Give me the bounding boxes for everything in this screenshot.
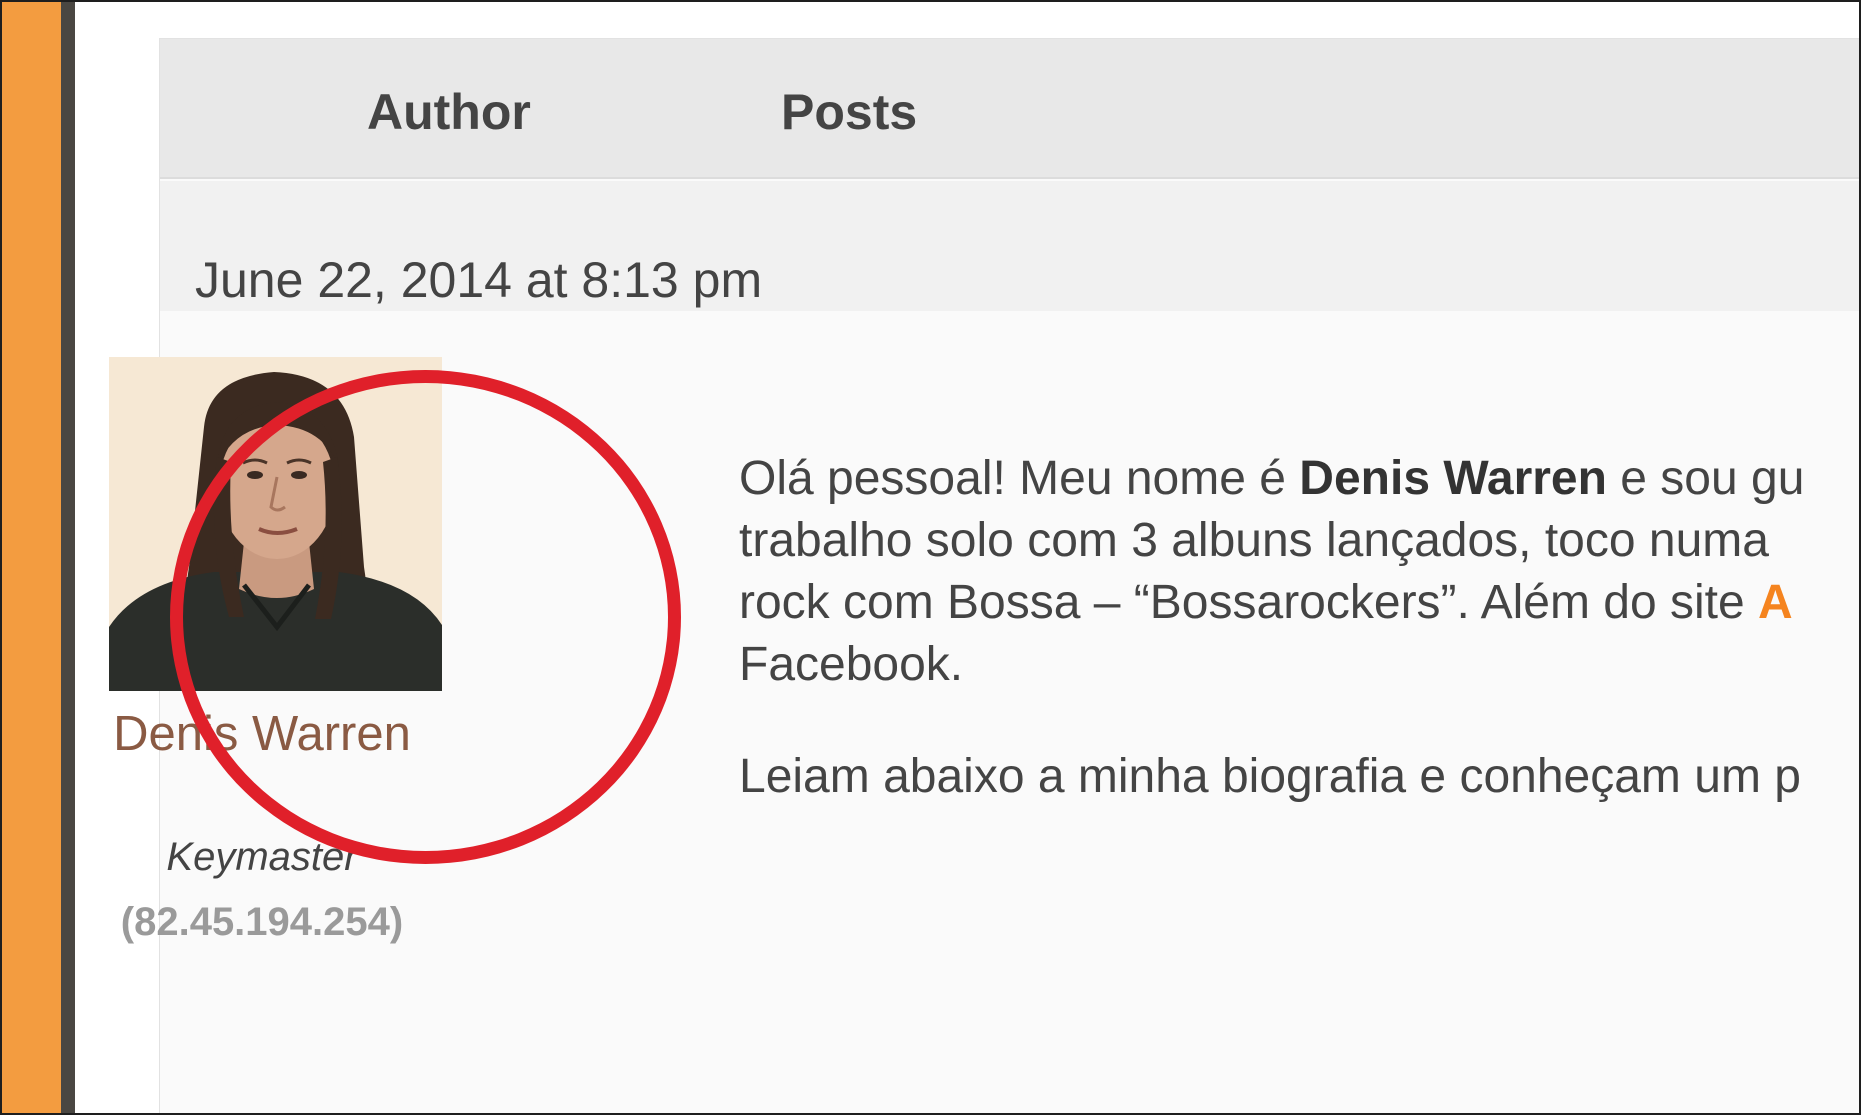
site-side-accent-bar xyxy=(2,2,61,1113)
post-text-bold-name: Denis Warren xyxy=(1299,452,1607,505)
forum-table-header: Author Posts xyxy=(160,39,1859,179)
author-ip-address: (82.45.194.254) xyxy=(120,900,404,944)
posts-column-header: Posts xyxy=(781,84,918,140)
post-text-segment: Olá pessoal! Meu nome é xyxy=(739,452,1300,505)
post-content: Olá pessoal! Meu nome é Denis Warren e s… xyxy=(739,448,1859,858)
author-column-header: Author xyxy=(367,84,531,140)
post-inline-link[interactable]: A xyxy=(1758,576,1793,629)
screenshot-frame: Author Posts June 22, 2014 at 8:13 pm De… xyxy=(0,0,1861,1115)
post-paragraph-1: Olá pessoal! Meu nome é Denis Warren e s… xyxy=(739,448,1859,696)
post-date-row: June 22, 2014 at 8:13 pm xyxy=(160,181,1859,311)
post-text-segment: e sou gu xyxy=(1606,452,1805,505)
site-side-divider xyxy=(61,2,75,1113)
post-date: June 22, 2014 at 8:13 pm xyxy=(195,252,763,308)
post-paragraph-2: Leiam abaixo a minha biografia e conheça… xyxy=(739,750,1801,803)
post-text-line: trabalho solo com 3 albuns lançados, toc… xyxy=(739,514,1769,567)
highlight-circle-annotation xyxy=(170,370,681,864)
post-text-line: rock com Bossa – “Bossarockers”. Além do… xyxy=(739,576,1759,629)
post-text-line: Facebook. xyxy=(739,638,964,691)
